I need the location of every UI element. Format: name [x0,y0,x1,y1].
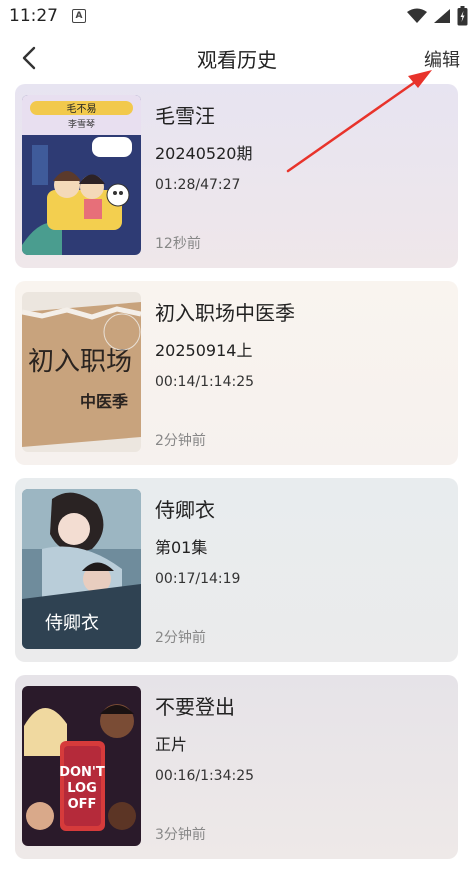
item-title: 不要登出 [155,695,235,719]
item-watched-time: 3分钟前 [155,827,206,843]
poster-thumbnail[interactable]: DON'T LOG OFF [22,686,141,846]
battery-icon [457,6,468,26]
history-item[interactable]: 侍卿衣 侍卿衣 第01集 00:17/14:19 2分钟前 [15,478,458,662]
item-progress: 01:28/47:27 [155,177,241,193]
edit-button[interactable]: 编辑 [424,46,460,72]
poster-thumbnail[interactable]: 初入职场 中医季 [22,292,141,452]
item-title: 初入职场中医季 [155,301,295,325]
item-title: 侍卿衣 [155,498,215,522]
item-watched-time: 2分钟前 [155,433,206,449]
item-watched-time: 12秒前 [155,236,201,252]
item-title: 毛雪汪 [155,104,215,128]
poster-title-1: DON'T [59,765,105,780]
notification-icon: A [72,9,86,23]
poster-title-1: 初入职场 [28,347,132,377]
poster-thumbnail[interactable]: 侍卿衣 [22,489,141,649]
status-time: 11:27 [9,6,58,26]
history-item[interactable]: 毛不易 李雪琴 毛雪汪 20240520期 01:28/47:27 12秒前 [15,84,458,268]
item-episode: 正片 [155,735,188,754]
item-episode: 20250914上 [155,341,253,360]
signal-icon [434,9,450,23]
poster-thumbnail[interactable]: 毛不易 李雪琴 [22,95,141,255]
wifi-icon [407,8,427,23]
status-icons [407,6,468,26]
page-title: 观看历史 [197,48,277,72]
item-episode: 第01集 [155,538,208,557]
item-progress: 00:17/14:19 [155,571,241,587]
item-watched-time: 2分钟前 [155,630,206,646]
item-progress: 00:14/1:14:25 [155,374,255,390]
item-progress: 00:16/1:34:25 [155,768,255,784]
poster-title-2: 中医季 [80,392,129,411]
item-episode: 20240520期 [155,144,253,163]
poster-title-2: 李雪琴 [68,118,95,130]
history-list: 毛不易 李雪琴 毛雪汪 20240520期 01:28/47:27 12秒前 初… [15,84,458,872]
poster-title-1: 毛不易 [67,103,97,115]
poster-title-3: OFF [68,797,97,812]
status-bar: 11:27 A [0,0,474,32]
poster-title-2: LOG [67,781,97,796]
history-item[interactable]: DON'T LOG OFF 不要登出 正片 00:16/1:34:25 3分钟前 [15,675,458,859]
top-bar: 观看历史 编辑 [0,34,474,82]
poster-title-1: 侍卿衣 [45,613,99,634]
history-item[interactable]: 初入职场 中医季 初入职场中医季 20250914上 00:14/1:14:25… [15,281,458,465]
